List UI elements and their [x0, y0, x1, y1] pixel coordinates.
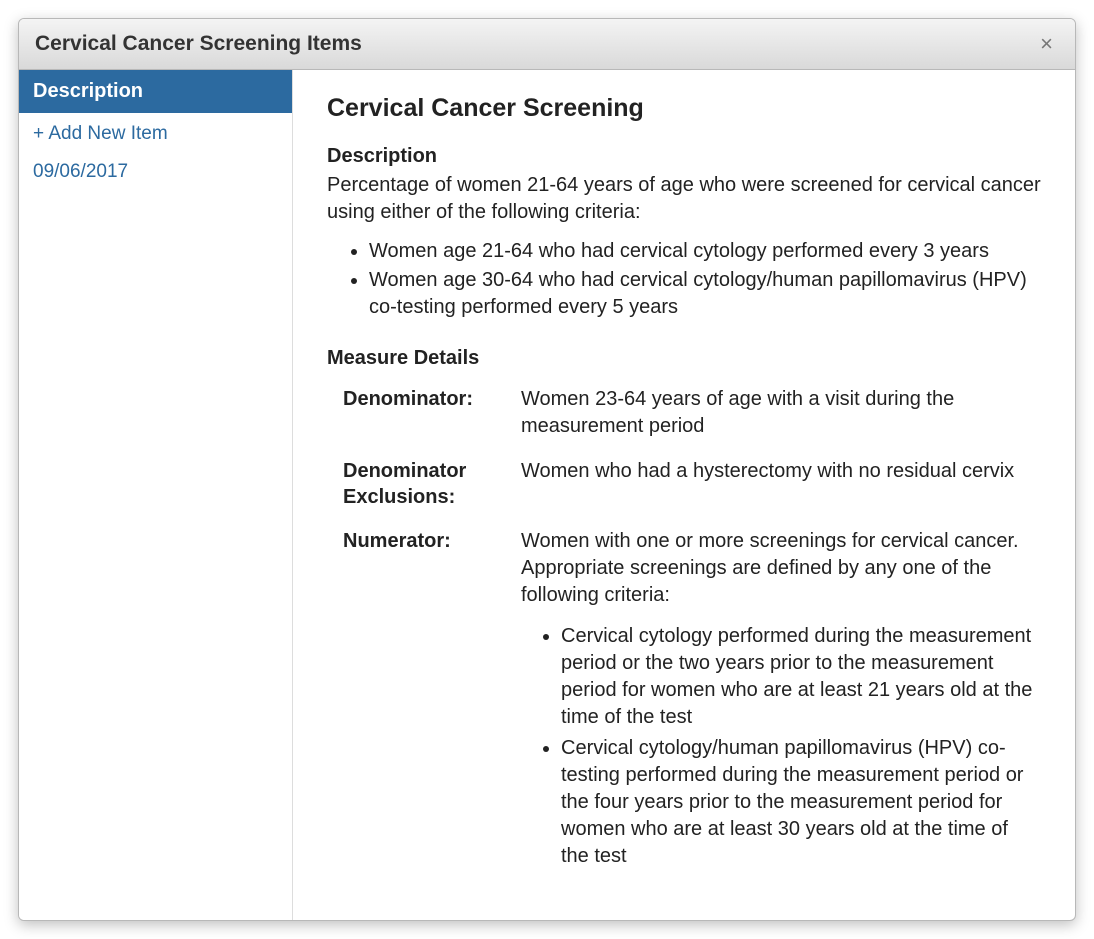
- numerator-label: Numerator:: [343, 528, 503, 874]
- list-item: Cervical cytology performed during the m…: [561, 623, 1041, 731]
- numerator-intro: Women with one or more screenings for ce…: [521, 530, 1019, 606]
- list-item: Women age 30-64 who had cervical cytolog…: [369, 267, 1041, 321]
- numerator-criteria-list: Cervical cytology performed during the m…: [521, 623, 1041, 870]
- list-item: Cervical cytology/human papillomavirus (…: [561, 735, 1041, 870]
- denominator-label: Denominator:: [343, 386, 503, 440]
- content-heading: Cervical Cancer Screening: [327, 94, 1041, 123]
- sidebar: Description + Add New Item 09/06/2017: [19, 70, 293, 920]
- dialog: Cervical Cancer Screening Items × Descri…: [18, 18, 1076, 921]
- close-icon[interactable]: ×: [1034, 29, 1059, 59]
- description-label: Description: [327, 145, 1041, 168]
- numerator-cell: Women with one or more screenings for ce…: [521, 528, 1041, 874]
- add-new-item-link[interactable]: + Add New Item: [19, 113, 292, 149]
- measure-details: Denominator: Women 23-64 years of age wi…: [343, 386, 1041, 874]
- dialog-title: Cervical Cancer Screening Items: [35, 32, 362, 56]
- measure-details-label: Measure Details: [327, 347, 1041, 370]
- sidebar-item-date[interactable]: 09/06/2017: [19, 149, 292, 187]
- denom-excl-text: Women who had a hysterectomy with no res…: [521, 458, 1041, 510]
- titlebar: Cervical Cancer Screening Items ×: [19, 19, 1075, 70]
- denom-excl-label: Denominator Exclusions:: [343, 458, 503, 510]
- content-panel: Cervical Cancer Screening Description Pe…: [293, 70, 1075, 920]
- denominator-text: Women 23-64 years of age with a visit du…: [521, 386, 1041, 440]
- sidebar-item-description[interactable]: Description: [19, 70, 292, 113]
- dialog-body: Description + Add New Item 09/06/2017 Ce…: [19, 70, 1075, 920]
- criteria-list: Women age 21-64 who had cervical cytolog…: [327, 238, 1041, 321]
- description-text: Percentage of women 21-64 years of age w…: [327, 172, 1041, 226]
- list-item: Women age 21-64 who had cervical cytolog…: [369, 238, 1041, 265]
